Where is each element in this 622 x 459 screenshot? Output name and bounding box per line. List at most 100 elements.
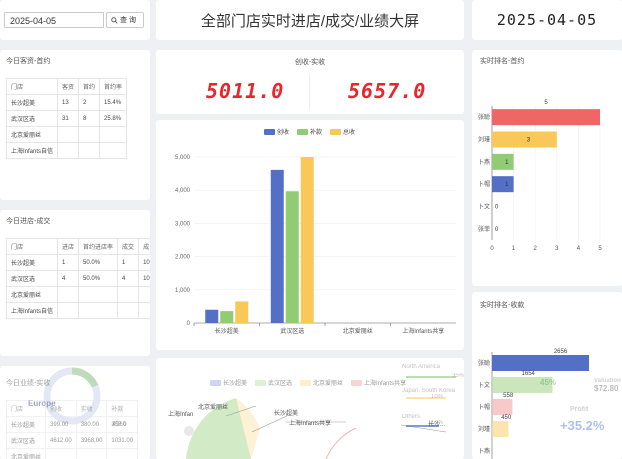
rank-bar[interactable] xyxy=(492,421,509,437)
bar-创收[interactable] xyxy=(205,309,219,323)
rank-bar[interactable] xyxy=(492,399,513,415)
table-cell xyxy=(57,286,80,303)
y-tick-label: 卜燕 xyxy=(478,447,490,455)
table-row: 北京爱丽丝 xyxy=(5,126,128,143)
ghost-text: 45% xyxy=(540,378,557,387)
visits-title: 今日进店-成交 xyxy=(6,218,51,225)
table-row: 长沙超美 1 50.0% 1 10 xyxy=(5,254,150,271)
table-row: 武汉区选 4 50.0% 4 10 xyxy=(5,270,150,287)
table-cell xyxy=(106,448,139,459)
received-led: 5657.0 xyxy=(348,79,427,103)
digital-date: 2025-04-05 xyxy=(472,0,622,40)
table-cell: 4 xyxy=(57,270,80,287)
rank-revenue-chart: 张聪 2656 卜文 1654 卜帽 558 刘瑾 450 卜燕 xyxy=(478,349,589,459)
bar-补款[interactable] xyxy=(285,191,299,323)
bottom-overlay-panel: 长沙超美 武汉区选 北京爱丽丝 上海Infants共享 北京爱丽丝 上海Infan 长沙超… xyxy=(156,358,464,459)
x-tick-label: 上海Infants共享 xyxy=(402,327,444,335)
y-tick-label: 5,000 xyxy=(175,155,191,161)
table-row: 武汉区选 31 8 25.8% xyxy=(5,110,128,127)
ghost-text: 35% xyxy=(452,373,464,379)
rank-bar[interactable] xyxy=(492,109,600,126)
table-cell xyxy=(45,448,77,459)
table-cell: 2 xyxy=(78,94,101,111)
x-tick-label: 5 xyxy=(598,246,602,252)
table-row: 北京爱丽丝 xyxy=(5,286,150,303)
performance-panel: Europe 45% 今日业绩-实收 门店 创收 实收 补款 长沙超美 399.00 380… xyxy=(0,366,150,459)
revenue-panel: 创收-实收 5011.0 5657.0 xyxy=(156,50,464,114)
rank-bar[interactable] xyxy=(492,355,589,371)
table-cell xyxy=(57,142,80,159)
table-cell: 3968.00 xyxy=(75,432,108,449)
x-tick-label: 4 xyxy=(577,246,581,252)
bar-value-label: 1654 xyxy=(522,371,536,377)
x-tick-label: 北京爱丽丝 xyxy=(343,327,373,335)
y-tick-label: 卜帽 xyxy=(478,180,490,188)
table-cell: 1 xyxy=(117,254,140,271)
table-cell: 北京爱丽丝 xyxy=(5,126,59,143)
table-row: 上海Infants自信 xyxy=(5,302,150,319)
table-row: 长沙超美 13 2 15.4% xyxy=(5,94,128,111)
rank-appointments-panel: 实时排名-首约 0 1 2 3 4 5 5 张聪 刘瑾 3 卜燕 1 卜帽 1 卜文 0 张菲 0 xyxy=(472,50,622,286)
table-cell xyxy=(78,286,119,303)
table-row: 武汉区选 4612.00 3968.00 1031.00 xyxy=(5,432,139,449)
table-cell: 13 xyxy=(57,94,80,111)
performance-table: 门店 创收 实收 补款 长沙超美 399.00 380.00 358.0 武汉区选 4612.00… xyxy=(5,400,139,459)
table-cell: 380.00 xyxy=(75,416,108,433)
bar-value-label: 0 xyxy=(495,205,499,211)
ghost-text: Japan, South Korea xyxy=(402,388,456,394)
rank-appointments-chart: 0 1 2 3 4 55张聪刘瑾 3卜燕 1卜帽 1卜文 0张菲 0 xyxy=(478,100,602,252)
x-tick-label: 武汉区选 xyxy=(280,327,304,335)
table-header-row: 门店 客资 首约 首约率 xyxy=(5,78,128,95)
column-header: 成 xyxy=(138,238,150,255)
y-tick-label: 张菲 xyxy=(478,225,490,233)
column-header: 首约率 xyxy=(99,78,128,95)
revenue-title: 创收-实收 xyxy=(294,59,326,66)
table-header-row: 门店 进店 首约进店率 成交成 xyxy=(5,238,150,255)
column-header: 门店 xyxy=(5,400,47,417)
rank-bar[interactable] xyxy=(492,131,557,148)
appointments-panel: 今日客资-首约 门店 客资 首约 首约率 长沙超美 13 2 15.4% 武汉区选 31 8 25.8… xyxy=(0,50,150,200)
rank-bar[interactable] xyxy=(492,176,514,193)
search-button[interactable]: 查 询 xyxy=(106,12,144,28)
appointments-table: 门店 客资 首约 首约率 长沙超美 13 2 15.4% 武汉区选 31 8 25.8% 北京爱丽丝 上海… xyxy=(5,78,128,159)
table-cell: 1031.00 xyxy=(106,432,139,449)
revenue-divider xyxy=(309,74,310,110)
table-cell: 25.8% xyxy=(99,110,128,127)
y-tick-label: 0 xyxy=(187,321,191,327)
y-tick-label: 卜帽 xyxy=(478,403,490,411)
y-tick-label: 张聪 xyxy=(478,113,490,121)
table-cell: 上海Infants自信 xyxy=(5,142,59,159)
date-input[interactable]: 2025-04-05 xyxy=(4,12,104,28)
column-header: 客资 xyxy=(57,78,80,95)
bar-补款[interactable] xyxy=(220,311,234,323)
table-cell: 北京爱丽丝 xyxy=(5,286,59,303)
table-cell xyxy=(57,126,80,143)
table-cell: 358.0 xyxy=(106,416,139,433)
table-row: 上海Infants自信 xyxy=(5,142,128,159)
table-cell: 4612.00 xyxy=(45,432,77,449)
y-tick-label: 4,000 xyxy=(175,188,191,194)
y-tick-label: 卜燕 xyxy=(478,158,490,166)
table-cell xyxy=(78,302,119,319)
column-header: 实收 xyxy=(75,400,108,417)
table-cell xyxy=(99,126,128,143)
bar-创收[interactable] xyxy=(270,169,284,323)
bar-总收[interactable] xyxy=(300,157,314,323)
pie-label: 上海Infan xyxy=(168,412,194,418)
appointments-title: 今日客资-首约 xyxy=(6,58,51,65)
column-header: 门店 xyxy=(5,238,59,255)
y-tick-label: 卜文 xyxy=(478,203,490,211)
table-cell xyxy=(117,302,140,319)
table-cell: 武汉区选 xyxy=(5,270,59,287)
column-header: 创收 xyxy=(45,400,77,417)
bar-总收[interactable] xyxy=(235,301,249,323)
y-tick-label: 刘瑾 xyxy=(478,136,490,144)
table-cell: 上海Infants自信 xyxy=(5,302,59,319)
bar-chart-panel: 创收 补款 总收 0 1,000 2,000 3,000 4,000 5,000 长沙超美武… xyxy=(156,120,464,350)
rank-bar[interactable] xyxy=(492,153,514,170)
table-cell xyxy=(78,142,101,159)
table-cell xyxy=(57,302,80,319)
table-cell: 50.0% xyxy=(78,270,119,287)
ghost-text: $72.80 xyxy=(594,384,619,393)
table-cell: 8 xyxy=(78,110,101,127)
